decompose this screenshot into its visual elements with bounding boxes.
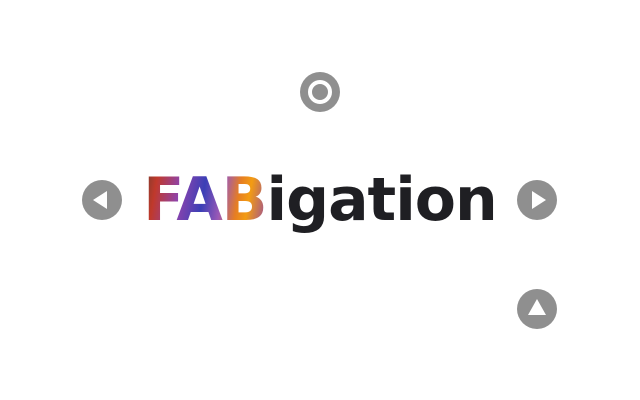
- splash-canvas: FABigation: [0, 0, 640, 400]
- home-fab-button[interactable]: [300, 72, 340, 112]
- circle-outline-icon: [308, 80, 332, 104]
- forward-fab-button[interactable]: [517, 180, 557, 220]
- wordmark-highlight: FAB: [143, 165, 267, 235]
- triangle-up-icon: [528, 299, 546, 315]
- scroll-top-fab-button[interactable]: [517, 289, 557, 329]
- triangle-right-icon: [532, 191, 546, 209]
- wordmark-rest: igation: [266, 165, 498, 235]
